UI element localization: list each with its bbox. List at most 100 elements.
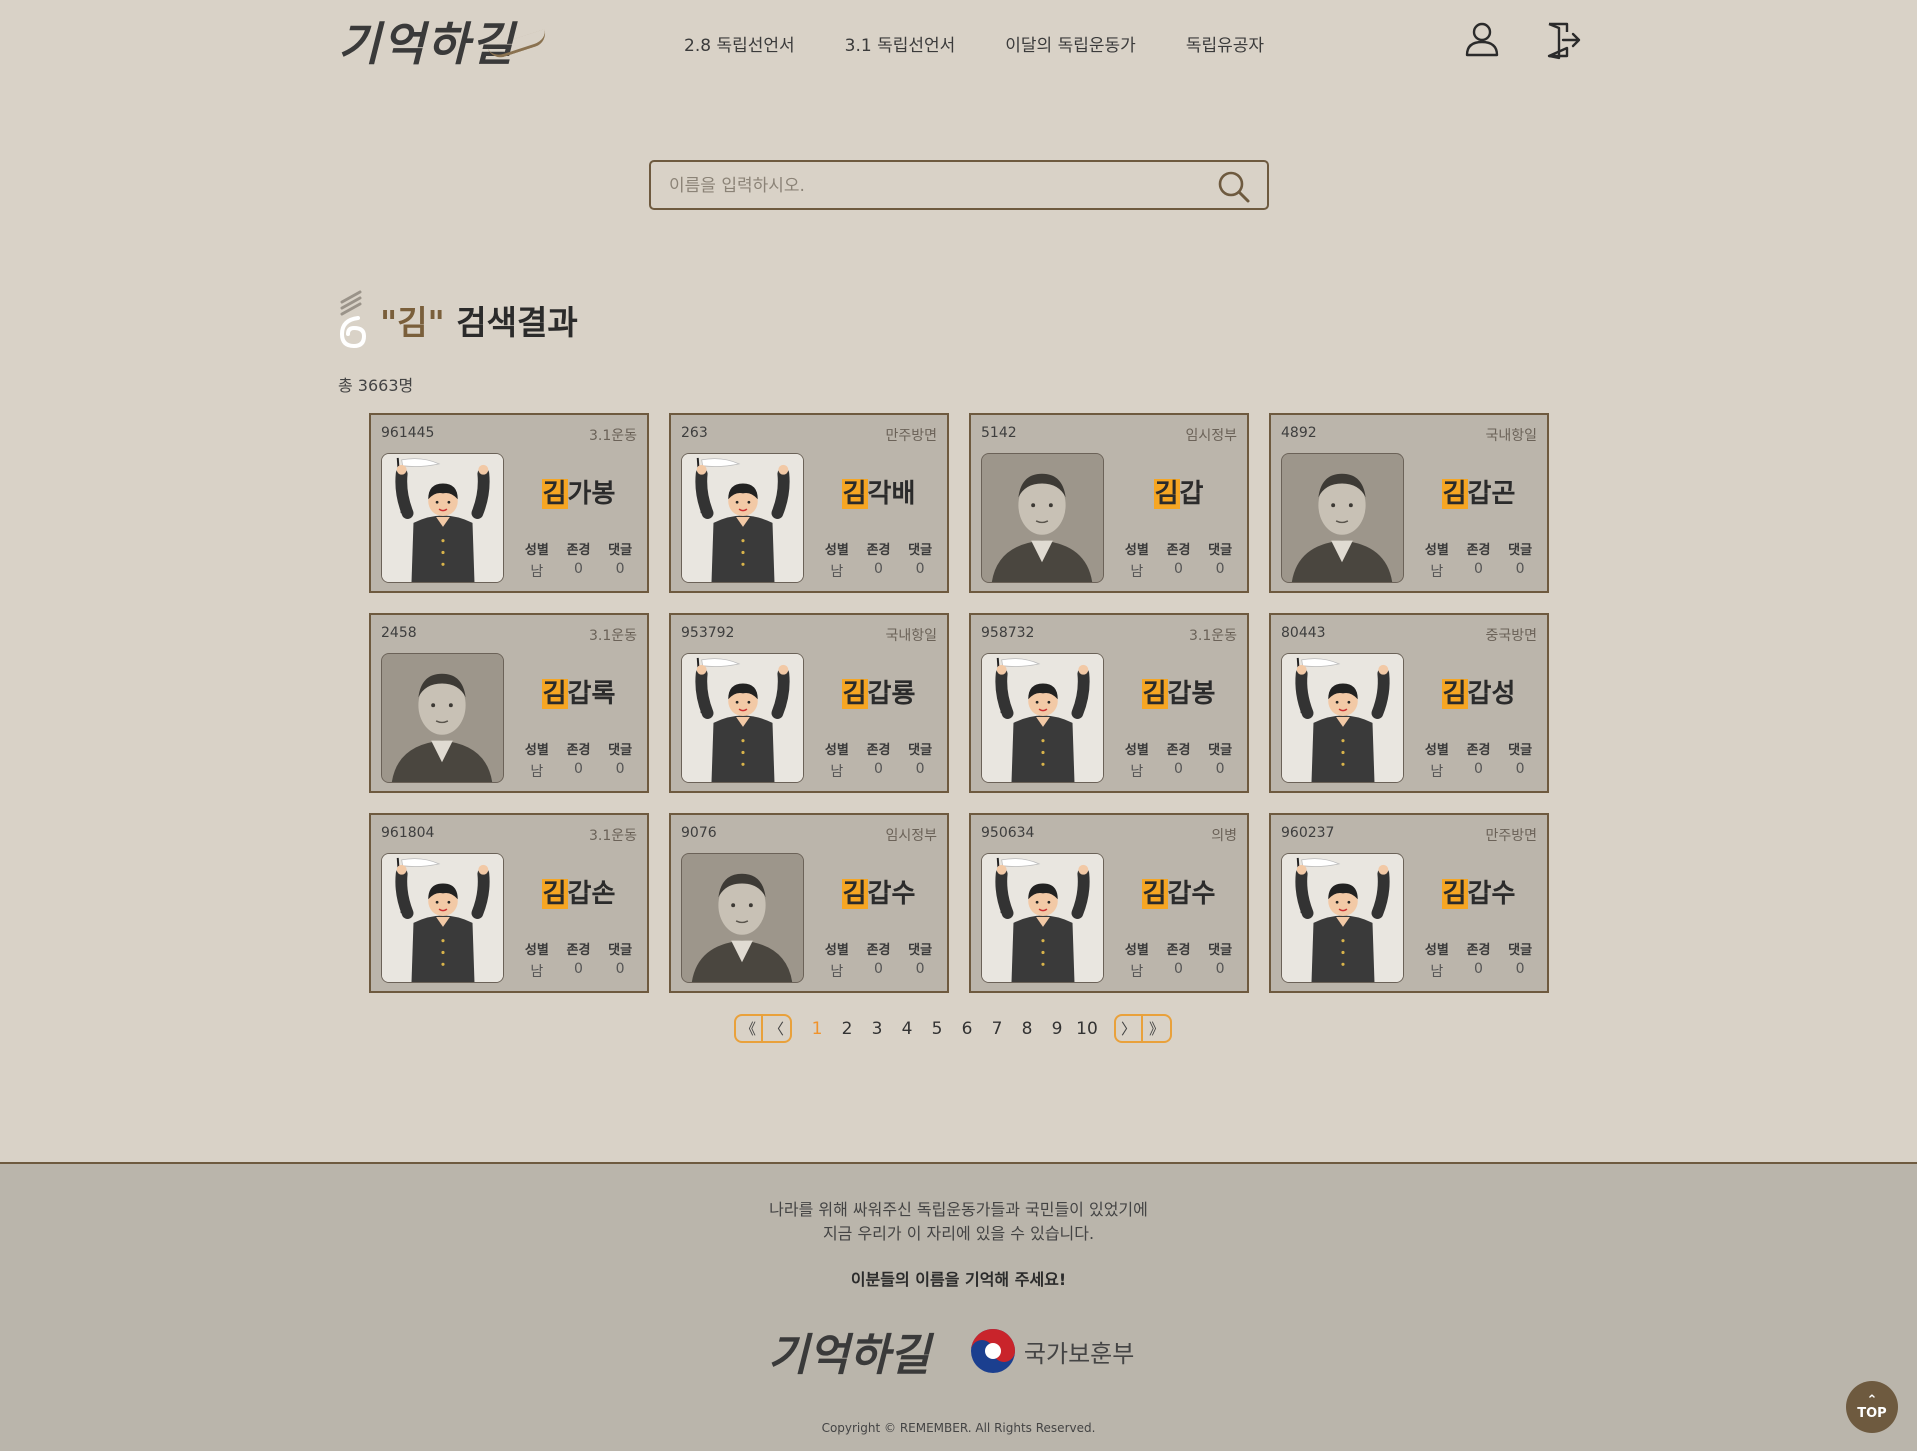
- stat-value: 0: [1474, 561, 1483, 577]
- card-name: 김갑수: [816, 873, 941, 910]
- page-number[interactable]: 8: [1012, 1019, 1042, 1039]
- stat-label: 성별: [1124, 743, 1149, 758]
- card-name-rest: 갑룡: [867, 679, 916, 709]
- activist-card[interactable]: 4892 국내항일 김갑곤 성별 남 존경 0 댓글 0: [1269, 413, 1549, 593]
- card-name: 김갑성: [1416, 673, 1541, 710]
- nav-link-3-1-declaration[interactable]: 3.1 독립선언서: [845, 31, 956, 56]
- card-category: 중국방면: [1485, 628, 1537, 644]
- user-icon[interactable]: [1462, 20, 1502, 60]
- card-id: 961445: [381, 425, 435, 441]
- stat-label: 성별: [824, 543, 849, 558]
- scroll-top-button[interactable]: ⌃ TOP: [1846, 1381, 1898, 1433]
- stat-respect: 존경 0: [1167, 739, 1191, 781]
- stat-value: 0: [1215, 761, 1225, 777]
- nav-link-2-8-declaration[interactable]: 2.8 독립선언서: [684, 31, 795, 56]
- page-number[interactable]: 6: [952, 1019, 982, 1039]
- search-icon[interactable]: [1217, 170, 1251, 204]
- page-number[interactable]: 1: [802, 1019, 832, 1039]
- page-number[interactable]: 9: [1042, 1019, 1072, 1039]
- card-name-highlight: 김: [1153, 479, 1180, 509]
- stat-respect: 존경 0: [567, 739, 591, 781]
- pagination: 《 〈 1 2 3 4 5 6 7 8 9 10 〉 》: [734, 1014, 1172, 1043]
- activist-card[interactable]: 953792 국내항일 김갑룡 성별 남 존경 0 댓글 0: [669, 613, 949, 793]
- page-number[interactable]: 4: [892, 1019, 922, 1039]
- search-input[interactable]: [669, 172, 1189, 200]
- card-name-highlight: 김: [841, 679, 868, 709]
- stat-value: 0: [874, 761, 883, 777]
- activist-card[interactable]: 958732 3.1운동 김갑봉 성별 남 존경 0 댓글 0: [969, 613, 1249, 793]
- last-page-button[interactable]: 》: [1143, 1014, 1172, 1043]
- card-name-highlight: 김: [541, 479, 568, 509]
- card-name-highlight: 김: [841, 479, 868, 509]
- stat-value: 0: [1515, 961, 1525, 977]
- stat-label: 댓글: [1208, 543, 1233, 558]
- activist-card[interactable]: 80443 중국방면 김갑성 성별 남 존경 0 댓글 0: [1269, 613, 1549, 793]
- stat-gender: 성별남: [1125, 939, 1149, 981]
- prev-page-button[interactable]: 〈: [763, 1014, 792, 1043]
- taegeuk-icon: [970, 1329, 1015, 1373]
- footer-message-line2: 지금 우리가 이 자리에 있을 수 있습니다.: [822, 1224, 1095, 1243]
- activist-card[interactable]: 961804 3.1운동 김갑손 성별 남 존경 0 댓글 0: [369, 813, 649, 993]
- stat-comments: 댓글 0: [608, 539, 632, 581]
- stat-label: 성별: [524, 543, 549, 558]
- activist-card[interactable]: 950634 의병 김갑수 성별 남 존경 0 댓글 0: [969, 813, 1249, 993]
- stat-value: 남: [1130, 964, 1144, 980]
- card-name-highlight: 김: [841, 879, 868, 909]
- activist-card[interactable]: 961445 3.1운동 김가봉 성별 남 존경 0 댓글 0: [369, 413, 649, 593]
- stat-label: 존경: [1466, 743, 1491, 758]
- card-category: 만주방면: [1485, 828, 1537, 844]
- card-name-rest: 갑록: [567, 679, 616, 709]
- footer-logo: 기억하길: [768, 1330, 930, 1381]
- activist-card[interactable]: 2458 3.1운동 김갑록 성별 남 존경 0 댓글 0: [369, 613, 649, 793]
- stat-label: 댓글: [608, 943, 633, 958]
- stat-label: 성별: [1424, 743, 1449, 758]
- site-logo[interactable]: 기억하길: [338, 8, 549, 74]
- card-name: 김갑록: [516, 673, 641, 710]
- stat-label: 성별: [524, 743, 549, 758]
- page-number[interactable]: 10: [1072, 1019, 1102, 1039]
- page-number[interactable]: 2: [832, 1019, 862, 1039]
- stat-label: 존경: [566, 743, 591, 758]
- stat-respect: 존경 0: [867, 539, 891, 581]
- card-id: 960237: [1281, 825, 1335, 841]
- stat-gender: 성별 남: [525, 739, 549, 781]
- footer-logos: 기억하길 국가보훈부: [768, 1319, 1134, 1383]
- card-stats: 성별 남 존경 0 댓글 0: [516, 939, 641, 981]
- activist-card[interactable]: 960237 만주방면 김갑수 성별 남 존경 0 댓글 0: [1269, 813, 1549, 993]
- card-name-rest: 갑수: [1467, 879, 1516, 909]
- site-logo-text: 기억하길: [338, 17, 516, 71]
- nav-link-independence-merit[interactable]: 독립유공자: [1186, 31, 1264, 56]
- stat-comments: 댓글 0: [1208, 939, 1232, 981]
- stat-gender: 성별 남: [825, 739, 849, 781]
- stat-label: 성별: [824, 743, 849, 758]
- results-grid: 961445 3.1운동 김가봉 성별 남 존경 0 댓글 0 263 만주방면 김각배 성별 남 존경 0 댓…: [369, 413, 1549, 993]
- stat-respect: 존경 0: [867, 739, 891, 781]
- activist-card[interactable]: 263 만주방면 김각배 성별 남 존경 0 댓글 0: [669, 413, 949, 593]
- page-number[interactable]: 5: [922, 1019, 952, 1039]
- stat-value: 남: [530, 964, 544, 980]
- card-photo: [381, 653, 504, 783]
- stat-label: 댓글: [1208, 743, 1233, 758]
- nav-link-activist-of-month[interactable]: 이달의 독립운동가: [1005, 31, 1136, 56]
- stat-label: 댓글: [1508, 943, 1533, 958]
- logout-icon[interactable]: [1543, 20, 1583, 60]
- card-name-highlight: 김: [1141, 679, 1168, 709]
- card-category: 3.1운동: [588, 428, 637, 444]
- stat-value: 0: [874, 961, 883, 977]
- stat-label: 댓글: [1508, 543, 1533, 558]
- stat-label: 성별: [824, 943, 849, 958]
- search-box: [649, 160, 1269, 210]
- first-page-button[interactable]: 《: [734, 1014, 763, 1043]
- next-page-button[interactable]: 〉: [1114, 1014, 1143, 1043]
- stat-label: 존경: [1466, 943, 1491, 958]
- page-number[interactable]: 3: [862, 1019, 892, 1039]
- card-photo: [981, 853, 1104, 983]
- stat-label: 성별: [1124, 943, 1149, 958]
- activist-card[interactable]: 5142 임시정부 김갑 성별 남 존경 0 댓글 0: [969, 413, 1249, 593]
- activist-card[interactable]: 9076 임시정부 김갑수 성별 남 존경 0 댓글 0: [669, 813, 949, 993]
- stat-respect: 존경 0: [1467, 539, 1491, 581]
- stat-respect: 존경 0: [1467, 939, 1491, 981]
- page-number[interactable]: 7: [982, 1019, 1012, 1039]
- stat-gender: 성별 남: [1425, 739, 1449, 781]
- stat-respect: 존경 0: [567, 539, 591, 581]
